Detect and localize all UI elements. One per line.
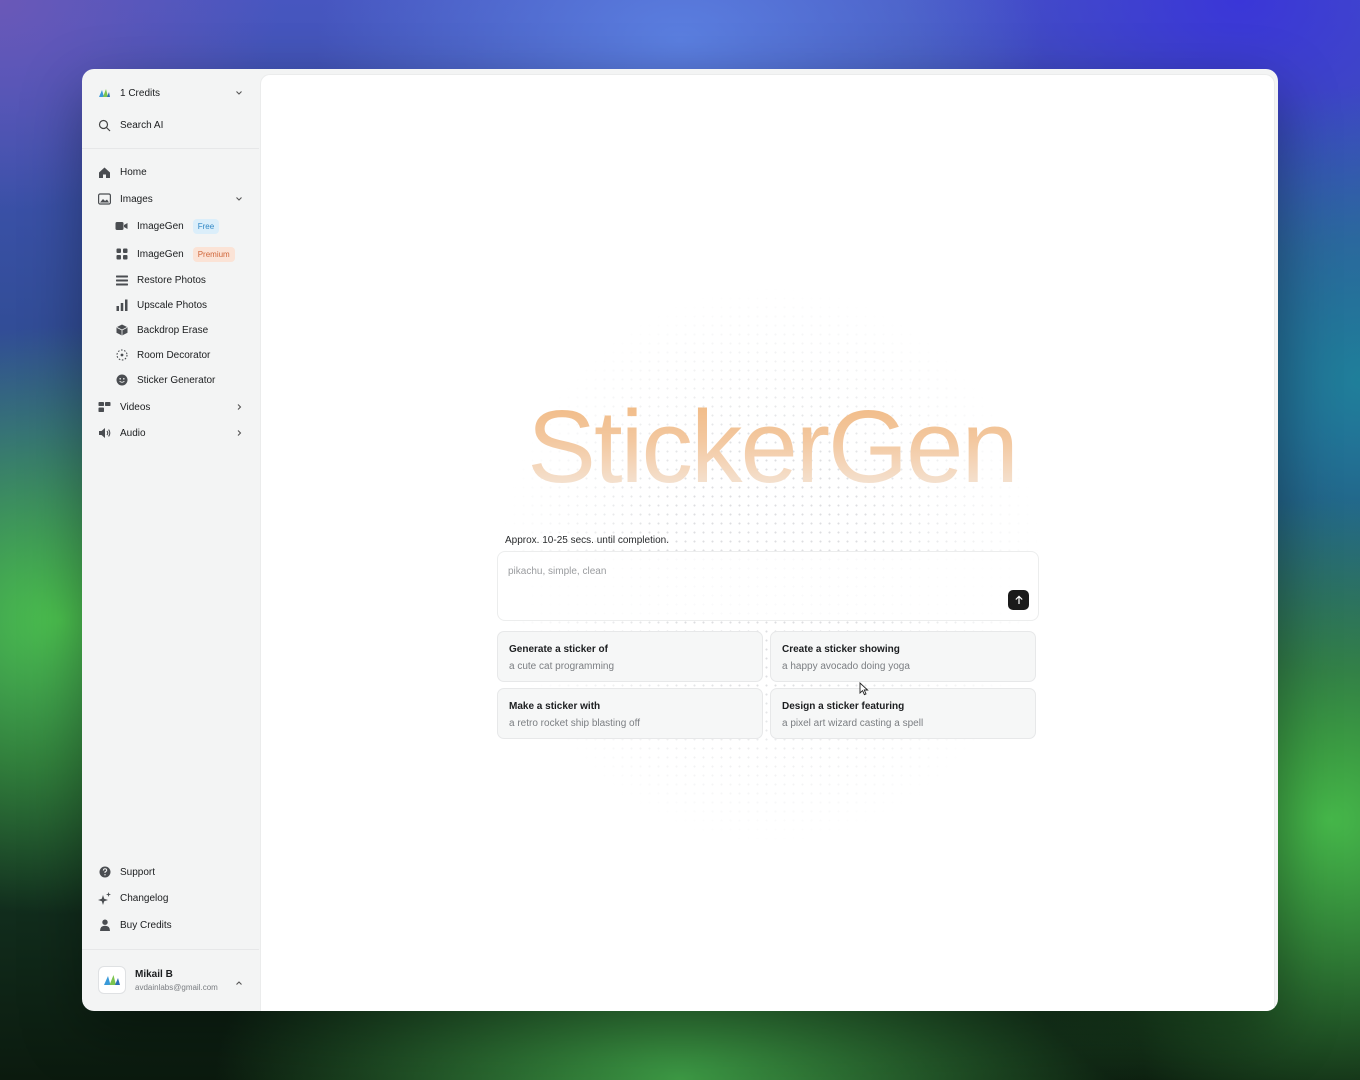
sidebar-item-sticker-generator[interactable]: Sticker Generator	[115, 369, 245, 391]
sidebar-item-audio[interactable]: Audio	[98, 422, 244, 444]
divider	[82, 148, 259, 149]
sidebar-item-upscale-photos[interactable]: Upscale Photos	[115, 294, 245, 316]
eta-text: Approx. 10-25 secs. until completion.	[505, 535, 669, 546]
logo-icon	[104, 975, 120, 985]
speaker-icon	[98, 427, 111, 440]
mouse-cursor-icon	[859, 682, 869, 696]
user-profile-menu[interactable]: Mikail B avdainlabs@gmail.com	[98, 963, 244, 997]
avatar	[98, 966, 126, 994]
user-name: Mikail B	[135, 968, 173, 980]
search-ai-button[interactable]: Search AI	[98, 114, 244, 136]
search-icon	[98, 119, 111, 132]
list-icon	[115, 274, 128, 287]
credits-label: 1 Credits	[120, 87, 161, 99]
bar-chart-icon	[115, 299, 128, 312]
arrow-up-icon	[1014, 595, 1023, 604]
suggestion-card[interactable]: Generate a sticker of a cute cat program…	[497, 631, 763, 682]
chevron-right-icon	[234, 402, 244, 412]
help-icon	[98, 866, 111, 879]
suggestion-subtitle: a retro rocket ship blasting off	[509, 718, 640, 729]
sidebar-item-label: Audio	[120, 427, 146, 439]
sidebar-item-label: Videos	[120, 401, 151, 413]
prompt-input[interactable]	[506, 562, 990, 580]
user-email: avdainlabs@gmail.com	[135, 982, 218, 992]
sidebar-item-label: Sticker Generator	[137, 374, 216, 386]
chevron-right-icon	[234, 428, 244, 438]
divider	[82, 949, 259, 950]
sidebar-item-home[interactable]: Home	[98, 161, 244, 183]
sidebar-item-restore-photos[interactable]: Restore Photos	[115, 269, 245, 291]
sidebar-item-buy-credits[interactable]: Buy Credits	[98, 914, 244, 936]
sidebar-item-support[interactable]: Support	[98, 861, 244, 883]
video-layout-icon	[98, 401, 111, 414]
hero-title: StickerGen	[507, 387, 1037, 507]
sidebar: 1 Credits Search AI Home Images ImageGen…	[82, 69, 259, 1011]
chevron-down-icon	[234, 194, 244, 204]
search-ai-label: Search AI	[120, 119, 164, 131]
suggestion-card[interactable]: Make a sticker with a retro rocket ship …	[497, 688, 763, 739]
sidebar-item-label: Support	[120, 866, 156, 878]
sidebar-item-label: Changelog	[120, 892, 169, 904]
suggestion-subtitle: a happy avocado doing yoga	[782, 661, 910, 672]
chevron-down-icon	[234, 88, 244, 98]
cube-icon	[115, 324, 128, 337]
submit-button[interactable]	[1008, 590, 1029, 610]
chevron-up-icon	[234, 975, 244, 985]
smiley-icon	[115, 374, 128, 387]
suggestion-card[interactable]: Create a sticker showing a happy avocado…	[770, 631, 1036, 682]
sparkle-icon	[98, 891, 111, 905]
suggestion-subtitle: a pixel art wizard casting a spell	[782, 718, 924, 729]
grid-icon	[115, 248, 128, 261]
sidebar-item-backdrop-erase[interactable]: Backdrop Erase	[115, 319, 245, 341]
sidebar-item-label: ImageGen	[137, 220, 184, 232]
sidebar-item-imagegen-free[interactable]: ImageGen Free	[115, 215, 245, 237]
prompt-box	[497, 551, 1039, 621]
premium-badge: Premium	[192, 246, 235, 262]
sidebar-item-label: Room Decorator	[137, 349, 211, 361]
suggestion-title: Generate a sticker of	[509, 644, 608, 655]
sidebar-item-label: Home	[120, 166, 147, 178]
suggestion-card[interactable]: Design a sticker featuring a pixel art w…	[770, 688, 1036, 739]
suggestion-title: Create a sticker showing	[782, 644, 900, 655]
sidebar-item-label: Backdrop Erase	[137, 324, 209, 336]
video-camera-icon	[115, 220, 128, 233]
sidebar-item-label: Images	[120, 193, 153, 205]
suggestion-title: Design a sticker featuring	[782, 701, 905, 712]
sidebar-item-label: Upscale Photos	[137, 299, 208, 311]
logo-icon	[98, 87, 111, 100]
sidebar-item-changelog[interactable]: Changelog	[98, 887, 244, 909]
user-icon	[98, 919, 111, 932]
sidebar-item-imagegen-premium[interactable]: ImageGen Premium	[115, 243, 245, 265]
sidebar-item-videos[interactable]: Videos	[98, 396, 244, 418]
app-window: 1 Credits Search AI Home Images ImageGen…	[82, 69, 1278, 1011]
credits-selector[interactable]: 1 Credits	[98, 82, 244, 104]
suggestion-title: Make a sticker with	[509, 701, 601, 712]
home-icon	[98, 166, 111, 179]
sidebar-item-label: Restore Photos	[137, 274, 206, 286]
sidebar-item-room-decorator[interactable]: Room Decorator	[115, 344, 245, 366]
suggestion-subtitle: a cute cat programming	[509, 661, 615, 672]
room-dashed-icon	[115, 349, 128, 362]
sidebar-item-label: ImageGen	[137, 248, 184, 260]
main-content: StickerGen Approx. 10-25 secs. until com…	[260, 74, 1275, 1011]
sidebar-item-label: Buy Credits	[120, 919, 172, 931]
free-badge: Free	[192, 218, 220, 234]
sidebar-item-images[interactable]: Images	[98, 188, 244, 210]
image-icon	[98, 193, 111, 206]
user-info: Mikail B avdainlabs@gmail.com	[135, 969, 218, 992]
